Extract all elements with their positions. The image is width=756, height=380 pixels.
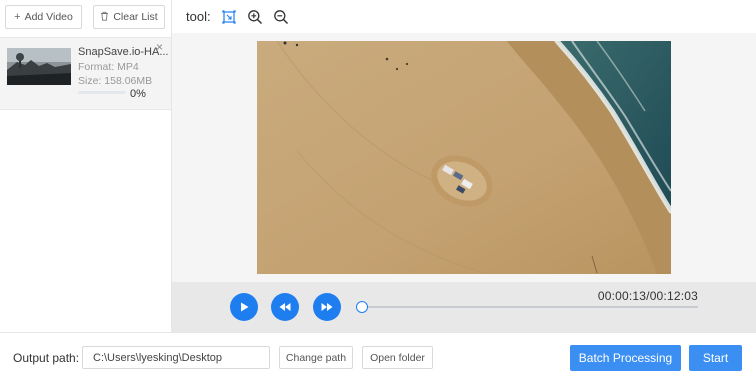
file-progress-bar	[78, 91, 126, 94]
file-name: SnapSave.io-HA...	[78, 46, 169, 58]
play-button[interactable]	[230, 293, 258, 321]
rewind-icon	[279, 303, 291, 311]
clear-list-label: Clear List	[113, 11, 158, 23]
file-progress-text: 0%	[130, 88, 146, 100]
video-preview-area	[172, 33, 756, 282]
time-display: 00:00:13/00:12:03	[597, 289, 698, 303]
file-format: Format: MP4	[78, 61, 139, 73]
toolbar: tool:	[172, 0, 756, 33]
seek-bar-handle[interactable]	[356, 301, 369, 313]
plus-icon: +	[14, 10, 21, 23]
player-controls: 00:00:13/00:12:03	[172, 282, 756, 332]
start-button[interactable]: Start	[689, 345, 742, 371]
video-thumbnail	[7, 48, 71, 85]
video-frame[interactable]	[257, 41, 671, 274]
remove-file-icon[interactable]: ×	[156, 40, 163, 54]
output-path-label: Output path:	[13, 351, 80, 365]
trash-icon	[100, 11, 109, 24]
open-folder-button[interactable]: Open folder	[362, 346, 433, 369]
zoom-in-icon[interactable]	[247, 9, 263, 25]
add-video-label: Add Video	[24, 11, 73, 23]
rewind-button[interactable]	[271, 293, 299, 321]
clear-list-button[interactable]: Clear List	[93, 5, 165, 29]
batch-processing-button[interactable]: Batch Processing	[570, 345, 681, 371]
file-list-item[interactable]: SnapSave.io-HA... Format: MP4 Size: 158.…	[0, 37, 171, 110]
change-path-button[interactable]: Change path	[279, 346, 353, 369]
file-size: Size: 158.06MB	[78, 75, 153, 87]
file-list-panel: + Add Video Clear List SnapSave.io-HA...…	[0, 0, 172, 332]
fast-forward-icon	[321, 303, 333, 311]
output-path-input[interactable]	[82, 346, 270, 369]
tool-label: tool:	[186, 9, 211, 24]
seek-bar[interactable]	[356, 301, 698, 313]
fast-forward-button[interactable]	[313, 293, 341, 321]
zoom-out-icon[interactable]	[273, 9, 289, 25]
output-bar: Output path: Change path Open folder Bat…	[0, 332, 756, 380]
add-video-button[interactable]: + Add Video	[5, 5, 82, 29]
play-icon	[241, 302, 249, 312]
crop-icon[interactable]	[221, 9, 237, 25]
